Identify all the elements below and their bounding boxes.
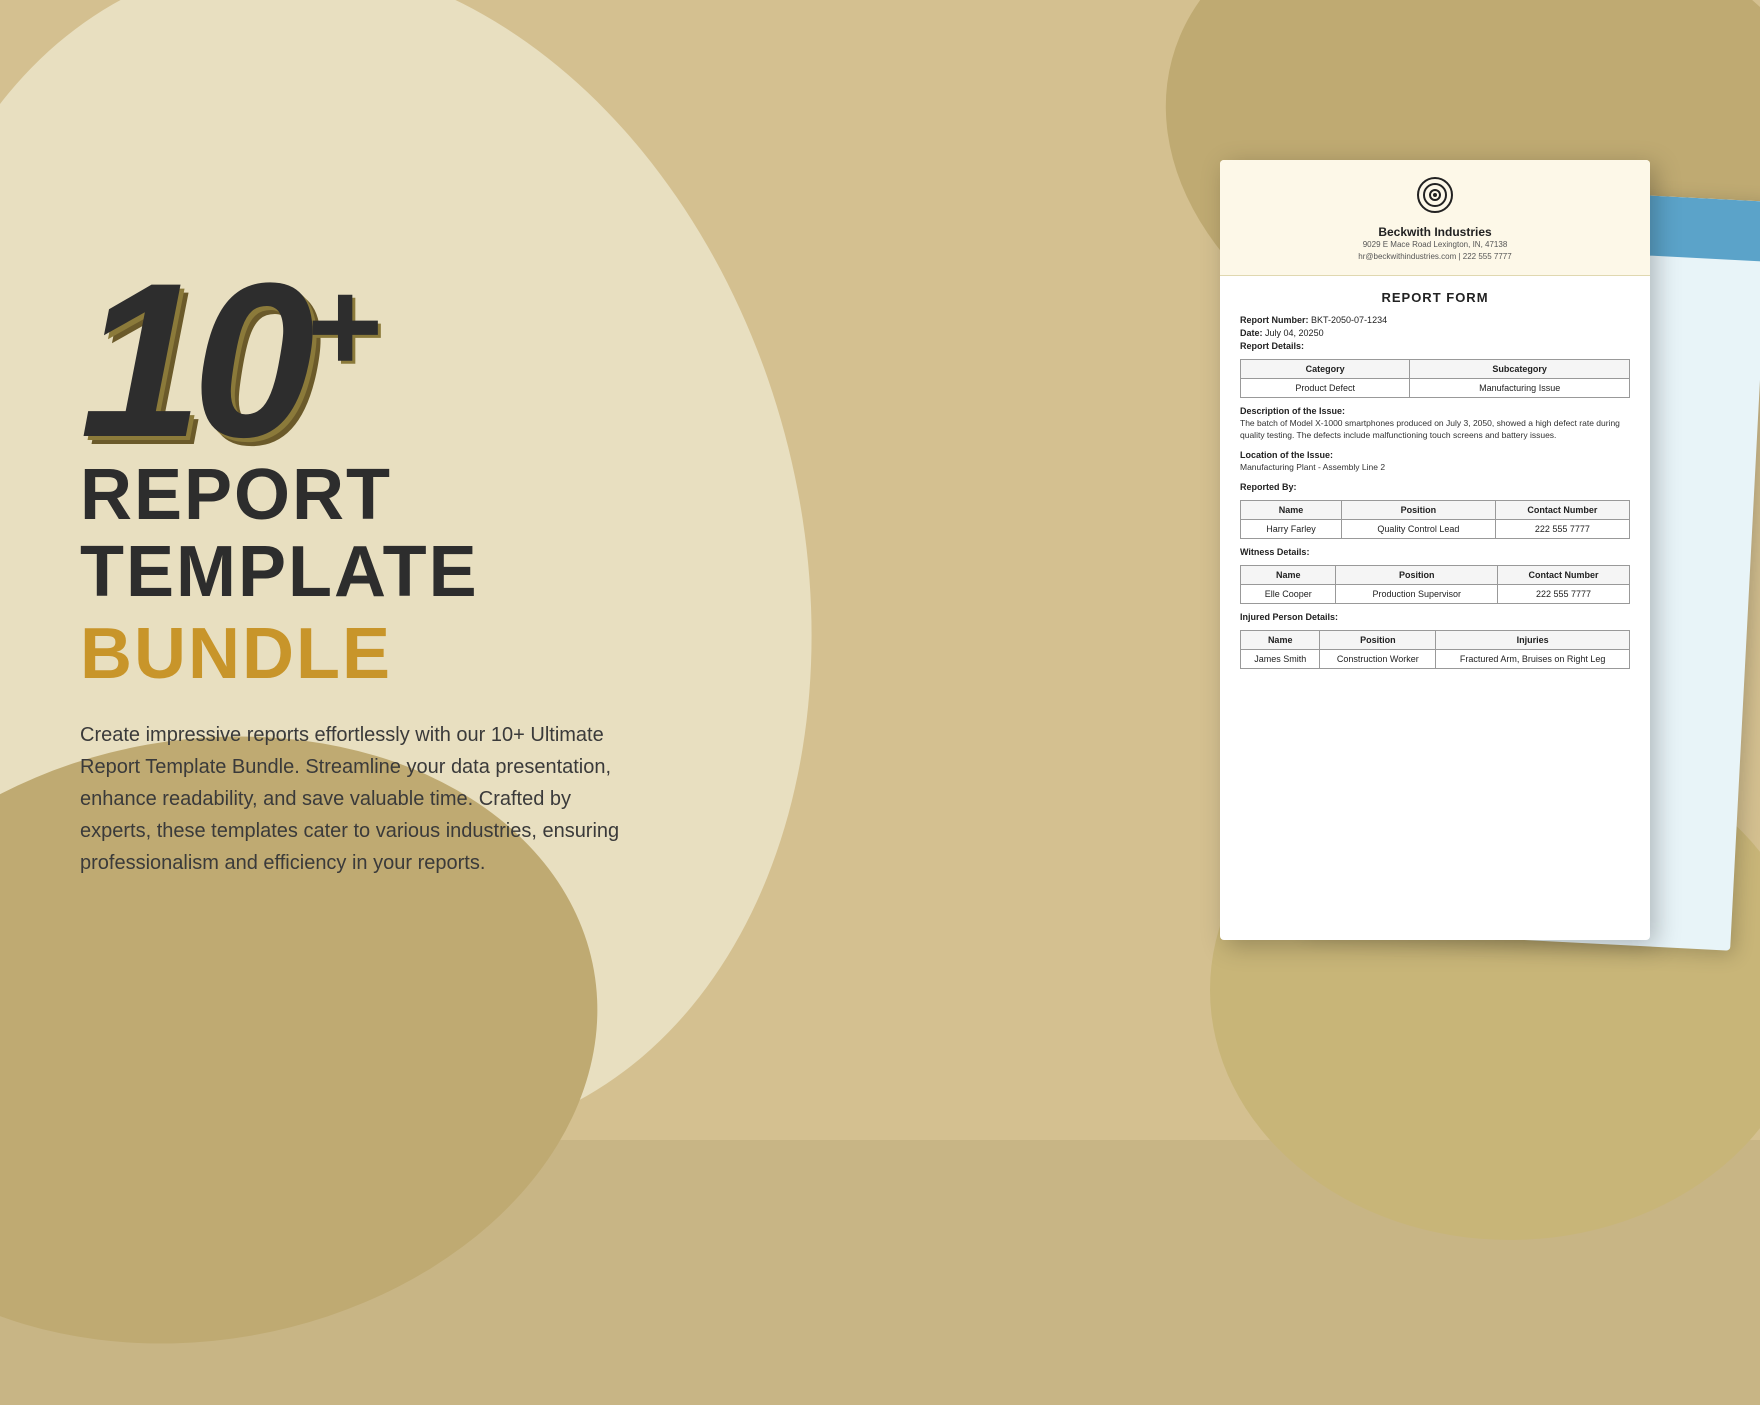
- col-name: Name: [1241, 630, 1320, 649]
- description-text: The batch of Model X-1000 smartphones pr…: [1240, 418, 1630, 442]
- company-contact: hr@beckwithindustries.com | 222 555 7777: [1240, 251, 1630, 263]
- injured-injuries: Fractured Arm, Bruises on Right Leg: [1436, 649, 1630, 668]
- injured-label: Injured Person Details:: [1240, 612, 1630, 622]
- subcategory-value: Manufacturing Issue: [1410, 379, 1630, 398]
- doc-header: Beckwith Industries 9029 E Mace Road Lex…: [1220, 160, 1650, 276]
- table-row: Product Defect Manufacturing Issue: [1241, 379, 1630, 398]
- location-label: Location of the Issue:: [1240, 450, 1630, 460]
- reporter-name: Harry Farley: [1241, 519, 1342, 538]
- report-line: REPORT: [80, 459, 760, 531]
- company-name: Beckwith Industries: [1240, 225, 1630, 239]
- report-number-value: BKT-2050-07-1234: [1311, 315, 1387, 325]
- reporter-position: Quality Control Lead: [1342, 519, 1496, 538]
- company-logo: [1416, 176, 1454, 214]
- company-address: 9029 E Mace Road Lexington, IN, 47138: [1240, 239, 1630, 251]
- plus-sign: +: [305, 261, 381, 391]
- template-bundle-line: TEMPLATE BUNDLE: [80, 531, 760, 695]
- table-row: Harry Farley Quality Control Lead 222 55…: [1241, 519, 1630, 538]
- col-injuries: Injuries: [1436, 630, 1630, 649]
- reporter-contact: 222 555 7777: [1495, 519, 1629, 538]
- witness-label: Witness Details:: [1240, 547, 1630, 557]
- doc-title: REPORT FORM: [1240, 290, 1630, 305]
- reported-by-table: Name Position Contact Number Harry Farle…: [1240, 500, 1630, 539]
- injured-position: Construction Worker: [1320, 649, 1436, 668]
- left-content: 10 + REPORT TEMPLATE BUNDLE Create impre…: [80, 261, 760, 879]
- col-position: Position: [1336, 565, 1497, 584]
- col-name: Name: [1241, 500, 1342, 519]
- location-text: Manufacturing Plant - Assembly Line 2: [1240, 462, 1630, 474]
- report-number-field: Report Number: BKT-2050-07-1234: [1240, 315, 1630, 325]
- reported-by-label: Reported By:: [1240, 482, 1630, 492]
- col-position: Position: [1342, 500, 1496, 519]
- table-row: James Smith Construction Worker Fracture…: [1241, 649, 1630, 668]
- bundle-text: BUNDLE: [80, 614, 392, 694]
- table-row: Elle Cooper Production Supervisor 222 55…: [1241, 584, 1630, 603]
- injured-table: Name Position Injuries James Smith Const…: [1240, 630, 1630, 669]
- witness-table: Name Position Contact Number Elle Cooper…: [1240, 565, 1630, 604]
- description-label: Description of the Issue:: [1240, 406, 1630, 416]
- documents-area: Beckwith Industries 9029 E Mace Road Lex…: [1220, 160, 1740, 980]
- witness-contact: 222 555 7777: [1497, 584, 1629, 603]
- date-field: Date: July 04, 20250: [1240, 328, 1630, 338]
- injured-name: James Smith: [1241, 649, 1320, 668]
- doc-front: Beckwith Industries 9029 E Mace Road Lex…: [1220, 160, 1650, 940]
- col-position: Position: [1320, 630, 1436, 649]
- col-subcategory: Subcategory: [1410, 360, 1630, 379]
- witness-name: Elle Cooper: [1241, 584, 1336, 603]
- category-value: Product Defect: [1241, 379, 1410, 398]
- report-number-label: Report Number:: [1240, 315, 1309, 325]
- template-text: TEMPLATE: [80, 532, 479, 612]
- description-text: Create impressive reports effortlessly w…: [80, 719, 640, 879]
- category-table: Category Subcategory Product Defect Manu…: [1240, 359, 1630, 398]
- report-details-label: Report Details:: [1240, 341, 1630, 351]
- col-name: Name: [1241, 565, 1336, 584]
- number-plus-row: 10 +: [80, 261, 760, 459]
- doc-body: REPORT FORM Report Number: BKT-2050-07-1…: [1220, 276, 1650, 691]
- witness-position: Production Supervisor: [1336, 584, 1497, 603]
- col-contact: Contact Number: [1495, 500, 1629, 519]
- report-text: REPORT: [80, 455, 392, 535]
- big-number: 10: [80, 261, 305, 459]
- date-value: July 04, 20250: [1265, 328, 1324, 338]
- date-label: Date:: [1240, 328, 1263, 338]
- col-contact: Contact Number: [1497, 565, 1629, 584]
- col-category: Category: [1241, 360, 1410, 379]
